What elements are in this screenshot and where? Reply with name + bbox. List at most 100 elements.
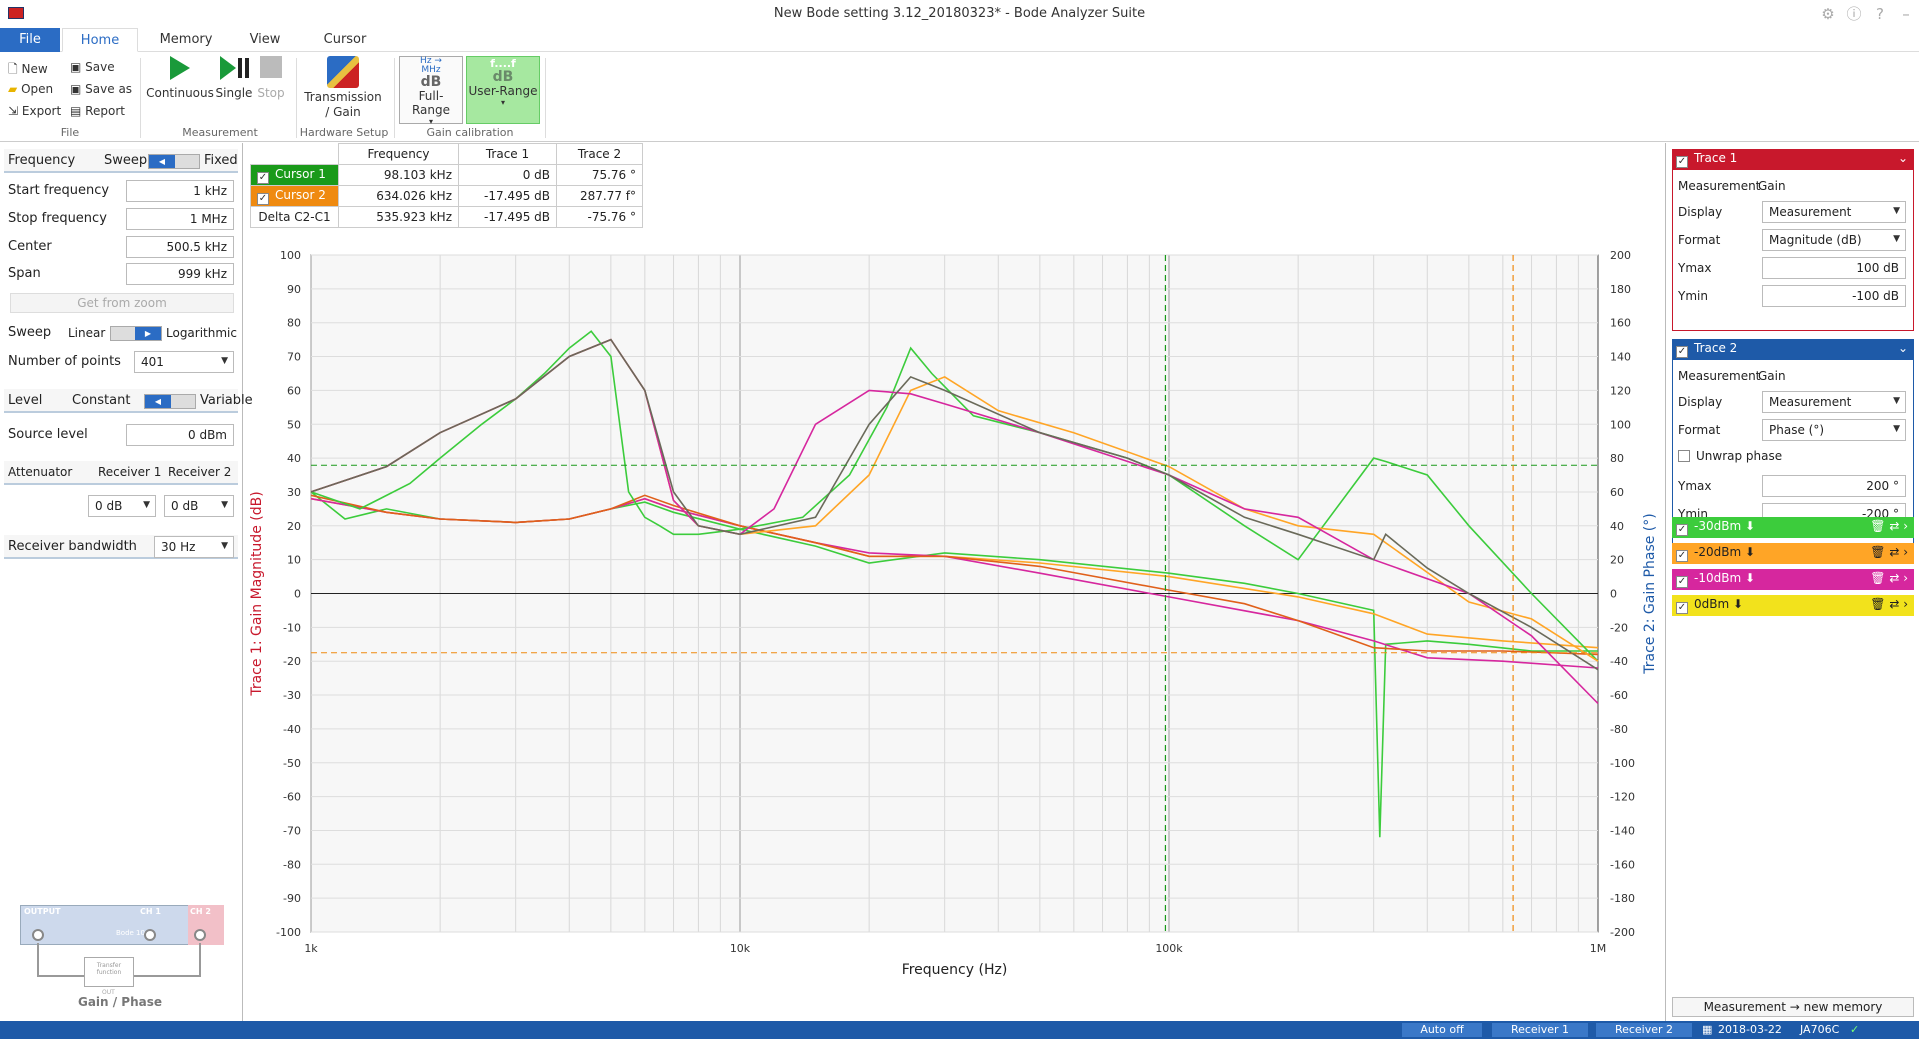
ribbon-separator — [296, 58, 297, 138]
tab-memory[interactable]: Memory — [150, 28, 222, 52]
y-axis-left-label: Trace 1: Gain Magnitude (dB) — [249, 491, 265, 696]
cursor2-row[interactable]: ✓ Cursor 2 634.026 kHz -17.495 dB 287.77 … — [250, 185, 643, 207]
trace1-checkbox[interactable]: ✓ — [1676, 156, 1688, 168]
tab-file[interactable]: File — [0, 28, 60, 52]
cursor1-row[interactable]: ✓ Cursor 1 98.103 kHz 0 dB 75.76 ° — [250, 164, 643, 186]
y-tick-left: 20 — [287, 520, 301, 533]
tab-cursor[interactable]: Cursor — [315, 28, 375, 52]
new-button[interactable]: 🗋 New — [8, 60, 48, 81]
get-from-zoom-button[interactable]: Get from zoom — [10, 293, 234, 313]
full-range-icon: Hz → MHz — [420, 56, 442, 75]
stop-frequency-input[interactable]: 1 MHz — [126, 208, 234, 230]
y-tick-left: -20 — [283, 655, 301, 668]
y-tick-left: 0 — [294, 588, 301, 601]
export-icon: ⇲ — [8, 104, 19, 118]
trace2-display-dropdown[interactable]: Measurement — [1762, 391, 1906, 413]
auto-off-status[interactable]: Auto off — [1402, 1023, 1482, 1037]
memory-actions-icon[interactable]: 🗑 ⇄ › — [1870, 545, 1908, 559]
open-button[interactable]: ▰ Open — [8, 82, 53, 96]
cursor1-label[interactable]: ✓ Cursor 1 — [250, 164, 339, 186]
attenuator-receiver2-dropdown[interactable]: 0 dB — [164, 495, 234, 517]
receiver1-status[interactable]: Receiver 1 — [1492, 1023, 1588, 1037]
cursor2-label[interactable]: ✓ Cursor 2 — [250, 185, 339, 207]
transmission-icon — [327, 56, 359, 88]
y-tick-right: -200 — [1610, 926, 1635, 939]
save-as-button[interactable]: ▣ Save as — [70, 82, 132, 96]
points-dropdown[interactable]: 401 — [134, 351, 234, 373]
trace2-checkbox[interactable]: ✓ — [1676, 346, 1688, 358]
chevron-down-icon: ▾ — [500, 98, 505, 107]
new-memory-button[interactable]: Measurement → new memory — [1672, 997, 1914, 1017]
y-tick-left: -10 — [283, 621, 301, 634]
connected-icon: ✓ — [1850, 1023, 1860, 1036]
memory-checkbox[interactable]: ✓ — [1676, 602, 1688, 614]
y-tick-left: -40 — [283, 723, 301, 736]
info-icon[interactable]: ⓘ — [1843, 4, 1865, 24]
span-input[interactable]: 999 kHz — [126, 263, 234, 285]
open-icon: ▰ — [8, 82, 18, 96]
trace2-header[interactable]: ✓ Trace 2 ⌄ — [1672, 339, 1914, 359]
source-level-input[interactable]: 0 dBm — [126, 424, 234, 446]
single-button[interactable]: Single — [214, 56, 254, 100]
settings-icon[interactable]: ⚙ — [1817, 4, 1839, 24]
stop-frequency-label: Stop frequency — [8, 211, 107, 226]
trace1-display-dropdown[interactable]: Measurement — [1762, 201, 1906, 223]
memory-row[interactable]: ✓ -20dBm ⬇ 🗑 ⇄ › — [1672, 543, 1914, 564]
bode-plot[interactable]: 100 20090 18080 16070 14060 12050 10040 8030 602… — [245, 230, 1660, 1000]
report-button[interactable]: ▤ Report — [70, 104, 125, 118]
export-button[interactable]: ⇲ Export — [8, 104, 61, 118]
ribbon-tabs: File Home Memory View Cursor — [0, 28, 1919, 52]
linear-log-toggle[interactable]: ▶ — [110, 326, 162, 341]
bandwidth-dropdown[interactable]: 30 Hz — [154, 536, 234, 558]
x-tick: 1M — [1590, 942, 1607, 955]
unwrap-checkbox-icon[interactable] — [1678, 450, 1690, 462]
trace2-format-dropdown[interactable]: Phase (°) — [1762, 419, 1906, 441]
memory-actions-icon[interactable]: 🗑 ⇄ › — [1870, 597, 1908, 611]
trace-panel: ✓ Trace 1 ⌄ Measurement Gain Display Measu… — [1665, 143, 1919, 1021]
memory-row[interactable]: ✓ -30dBm ⬇ 🗑 ⇄ › — [1672, 517, 1914, 538]
download-icon[interactable]: ⬇ — [1745, 571, 1755, 585]
y-tick-right: -160 — [1610, 858, 1635, 871]
transmission-gain-button[interactable]: Transmission / Gain — [303, 56, 383, 120]
trace1-header[interactable]: ✓ Trace 1 ⌄ — [1672, 149, 1914, 169]
download-icon[interactable]: ⬇ — [1745, 545, 1755, 559]
chevron-down-icon: ⌄ — [1897, 151, 1908, 165]
download-icon[interactable]: ⬇ — [1745, 519, 1755, 533]
trace2-ymax-input[interactable]: 200 ° — [1762, 475, 1906, 497]
delta-row: Delta C2-C1 535.923 kHz -17.495 dB -75.7… — [250, 206, 643, 228]
span-label: Span — [8, 266, 41, 281]
trace1-format-dropdown[interactable]: Magnitude (dB) — [1762, 229, 1906, 251]
memory-actions-icon[interactable]: 🗑 ⇄ › — [1870, 519, 1908, 533]
user-range-button[interactable]: f....f dB User-Range ▾ — [466, 56, 540, 124]
unwrap-phase-checkbox[interactable]: Unwrap phase — [1678, 449, 1782, 463]
new-icon: 🗋 — [8, 62, 18, 76]
col-frequency: Frequency — [338, 143, 459, 165]
center-input[interactable]: 500.5 kHz — [126, 236, 234, 258]
trace1-ymin-input[interactable]: -100 dB — [1762, 285, 1906, 307]
attenuator-receiver1-dropdown[interactable]: 0 dB — [88, 495, 156, 517]
minimize-icon[interactable]: – — [1895, 4, 1917, 24]
tab-view[interactable]: View — [240, 28, 290, 52]
receiver2-status[interactable]: Receiver 2 — [1596, 1023, 1692, 1037]
memory-row[interactable]: ✓ -10dBm ⬇ 🗑 ⇄ › — [1672, 569, 1914, 590]
start-frequency-input[interactable]: 1 kHz — [126, 180, 234, 202]
memory-checkbox[interactable]: ✓ — [1676, 576, 1688, 588]
stop-button[interactable]: Stop — [256, 56, 286, 100]
cursor2-checkbox[interactable]: ✓ — [257, 192, 269, 205]
level-section-header: Level Constant ◀ Variable — [4, 389, 253, 413]
save-button[interactable]: ▣ Save — [70, 60, 115, 74]
help-icon[interactable]: ? — [1869, 4, 1891, 24]
y-tick-left: -70 — [283, 824, 301, 837]
memory-row[interactable]: ✓ 0dBm ⬇ 🗑 ⇄ › — [1672, 595, 1914, 616]
cursor1-checkbox[interactable]: ✓ — [257, 171, 269, 184]
trace1-ymax-input[interactable]: 100 dB — [1762, 257, 1906, 279]
download-icon[interactable]: ⬇ — [1733, 597, 1743, 611]
memory-checkbox[interactable]: ✓ — [1676, 524, 1688, 536]
continuous-button[interactable]: Continuous — [145, 56, 215, 100]
level-toggle[interactable]: ◀ — [144, 394, 196, 409]
memory-actions-icon[interactable]: 🗑 ⇄ › — [1870, 571, 1908, 585]
full-range-button[interactable]: Hz → MHz dB Full-Range ▾ — [399, 56, 463, 126]
memory-checkbox[interactable]: ✓ — [1676, 550, 1688, 562]
sweep-fixed-toggle[interactable]: ◀ — [148, 154, 200, 169]
tab-home[interactable]: Home — [62, 28, 138, 52]
